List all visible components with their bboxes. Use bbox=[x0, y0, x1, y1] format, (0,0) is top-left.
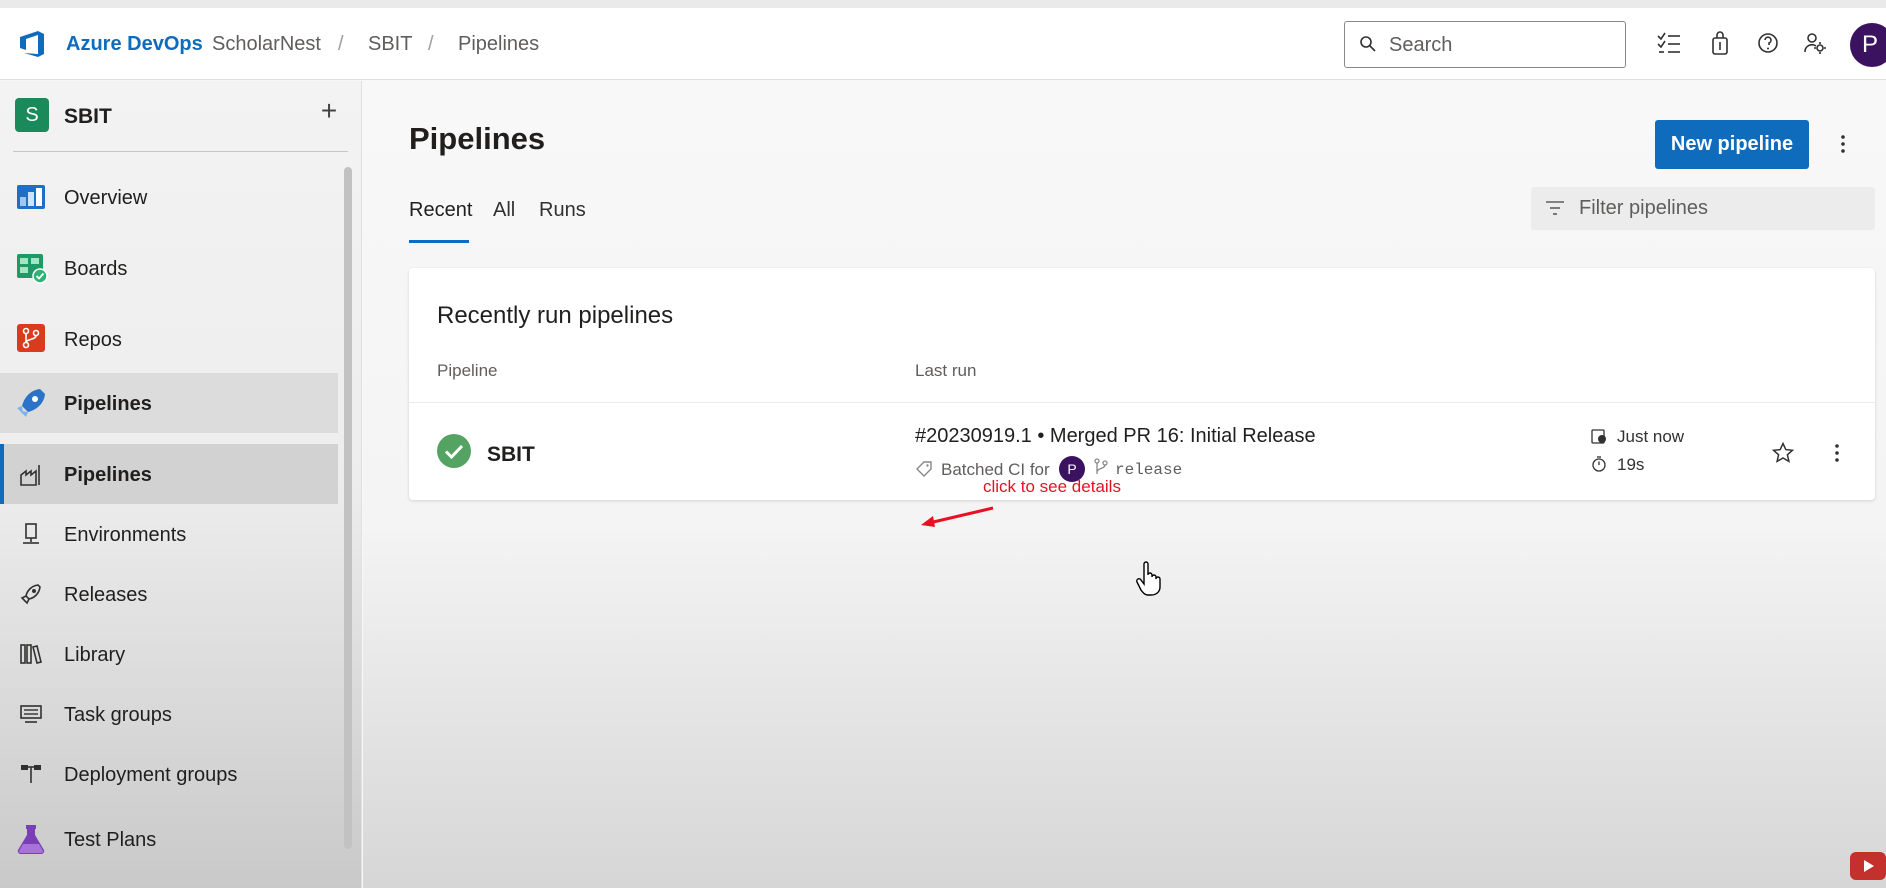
shopping-bag-icon[interactable] bbox=[1708, 30, 1734, 56]
active-tab-indicator bbox=[409, 240, 469, 243]
browser-edge bbox=[0, 0, 1886, 8]
sidebar-subitem-pipelines[interactable]: Pipelines bbox=[0, 444, 338, 504]
project-name[interactable]: SBIT bbox=[64, 105, 112, 129]
brand-link[interactable]: Azure DevOps bbox=[66, 33, 203, 56]
column-header-pipeline: Pipeline bbox=[437, 361, 498, 380]
run-when: Just now bbox=[1617, 427, 1685, 446]
new-pipeline-button[interactable]: New pipeline bbox=[1655, 120, 1809, 169]
sidebar-item-label: Environments bbox=[64, 524, 187, 546]
environments-icon bbox=[23, 523, 39, 544]
filter-icon bbox=[1546, 201, 1564, 215]
column-header-last-run: Last run bbox=[915, 361, 977, 380]
main-content: Pipelines New pipeline Recent All Runs R… bbox=[363, 81, 1886, 888]
sidebar-item-label: Test Plans bbox=[64, 829, 157, 851]
task-list-icon[interactable] bbox=[1656, 30, 1682, 56]
branch-name: release bbox=[1115, 461, 1183, 479]
overview-icon bbox=[17, 185, 45, 209]
branch-icon bbox=[1094, 458, 1108, 474]
sidebar-item-label: Releases bbox=[64, 584, 148, 606]
sidebar-subitem-environments[interactable]: Environments bbox=[0, 504, 338, 564]
user-avatar[interactable]: P bbox=[1850, 23, 1886, 67]
library-icon bbox=[20, 644, 42, 664]
breadcrumb-separator: / bbox=[428, 33, 434, 55]
success-status-icon bbox=[437, 434, 471, 468]
row-more-options-icon[interactable] bbox=[1833, 441, 1841, 465]
deployment-groups-icon bbox=[21, 765, 41, 783]
sidebar-item-label: Deployment groups bbox=[64, 764, 238, 786]
test-plans-icon bbox=[17, 825, 45, 855]
sidebar-item-label: Task groups bbox=[64, 704, 172, 726]
sidebar-item-label: Pipelines bbox=[64, 393, 152, 415]
recent-pipelines-card: Recently run pipelines Pipeline Last run… bbox=[409, 268, 1875, 500]
sidebar-subitem-releases[interactable]: Releases bbox=[0, 564, 338, 624]
search-input[interactable] bbox=[1389, 32, 1609, 58]
sidebar-item-label: Repos bbox=[64, 329, 122, 351]
pipelines-icon bbox=[17, 389, 45, 417]
more-options-icon[interactable] bbox=[1839, 131, 1847, 157]
help-icon[interactable] bbox=[1755, 30, 1781, 56]
tab-recent[interactable]: Recent bbox=[409, 199, 472, 222]
annotation-arrow-icon bbox=[921, 506, 994, 527]
breadcrumb-separator: / bbox=[338, 33, 344, 55]
add-button[interactable]: + bbox=[316, 97, 342, 125]
tab-runs[interactable]: Runs bbox=[539, 199, 586, 222]
sidebar-subitem-task-groups[interactable]: Task groups bbox=[0, 684, 338, 744]
sidebar-item-test-plans[interactable]: Test Plans bbox=[0, 809, 338, 869]
card-title: Recently run pipelines bbox=[437, 302, 674, 329]
sidebar-scrollbar[interactable] bbox=[344, 167, 352, 849]
filter-input[interactable] bbox=[1579, 195, 1859, 221]
annotation-text: click to see details bbox=[983, 477, 1121, 496]
hand-cursor-icon bbox=[1136, 561, 1161, 596]
task-groups-icon bbox=[20, 705, 42, 723]
sidebar-item-boards[interactable]: Boards bbox=[0, 238, 338, 298]
tab-all[interactable]: All bbox=[493, 199, 515, 222]
stopwatch-icon bbox=[1592, 456, 1606, 472]
breadcrumb-org[interactable]: ScholarNest bbox=[212, 33, 321, 56]
calendar-clock-icon bbox=[1591, 429, 1606, 444]
sidebar: S SBIT + Overview Boards Repos Pipelines… bbox=[0, 81, 362, 888]
star-icon[interactable] bbox=[1771, 441, 1795, 465]
pipelines-sub-icon bbox=[20, 465, 40, 486]
project-avatar[interactable]: S bbox=[15, 98, 49, 132]
sidebar-subitem-deployment-groups[interactable]: Deployment groups bbox=[0, 744, 338, 804]
breadcrumb-project[interactable]: SBIT bbox=[368, 33, 412, 56]
boards-icon bbox=[17, 254, 48, 284]
filter-box[interactable] bbox=[1531, 187, 1875, 230]
sidebar-subitem-library[interactable]: Library bbox=[0, 624, 338, 684]
page-title: Pipelines bbox=[409, 121, 546, 156]
run-duration-value: 19s bbox=[1617, 455, 1645, 474]
pipeline-name-link[interactable]: SBIT bbox=[487, 443, 535, 467]
top-bar: Azure DevOps ScholarNest / SBIT / Pipeli… bbox=[0, 0, 1886, 80]
sidebar-item-repos[interactable]: Repos bbox=[0, 309, 338, 369]
releases-icon bbox=[20, 584, 41, 605]
sidebar-item-label: Overview bbox=[64, 187, 148, 209]
breadcrumb-pipelines[interactable]: Pipelines bbox=[458, 33, 539, 56]
sidebar-item-label: Boards bbox=[64, 258, 128, 280]
user-settings-icon[interactable] bbox=[1802, 30, 1828, 56]
table-row[interactable]: SBIT #20230919.1 • Merged PR 16: Initial… bbox=[409, 402, 1875, 500]
repos-icon bbox=[17, 324, 45, 352]
tag-icon bbox=[916, 461, 932, 477]
sidebar-item-label: Library bbox=[64, 644, 126, 666]
search-icon bbox=[1360, 36, 1376, 52]
play-icon bbox=[1864, 860, 1874, 872]
search-box[interactable] bbox=[1344, 21, 1626, 68]
run-title[interactable]: #20230919.1 • Merged PR 16: Initial Rele… bbox=[915, 425, 1316, 448]
sidebar-item-overview[interactable]: Overview bbox=[0, 167, 338, 227]
video-play-button[interactable] bbox=[1850, 852, 1886, 880]
sidebar-item-pipelines[interactable]: Pipelines bbox=[0, 373, 338, 433]
azure-devops-logo-icon[interactable] bbox=[16, 28, 48, 60]
sidebar-item-label: Pipelines bbox=[64, 464, 152, 486]
sidebar-divider bbox=[13, 151, 348, 152]
